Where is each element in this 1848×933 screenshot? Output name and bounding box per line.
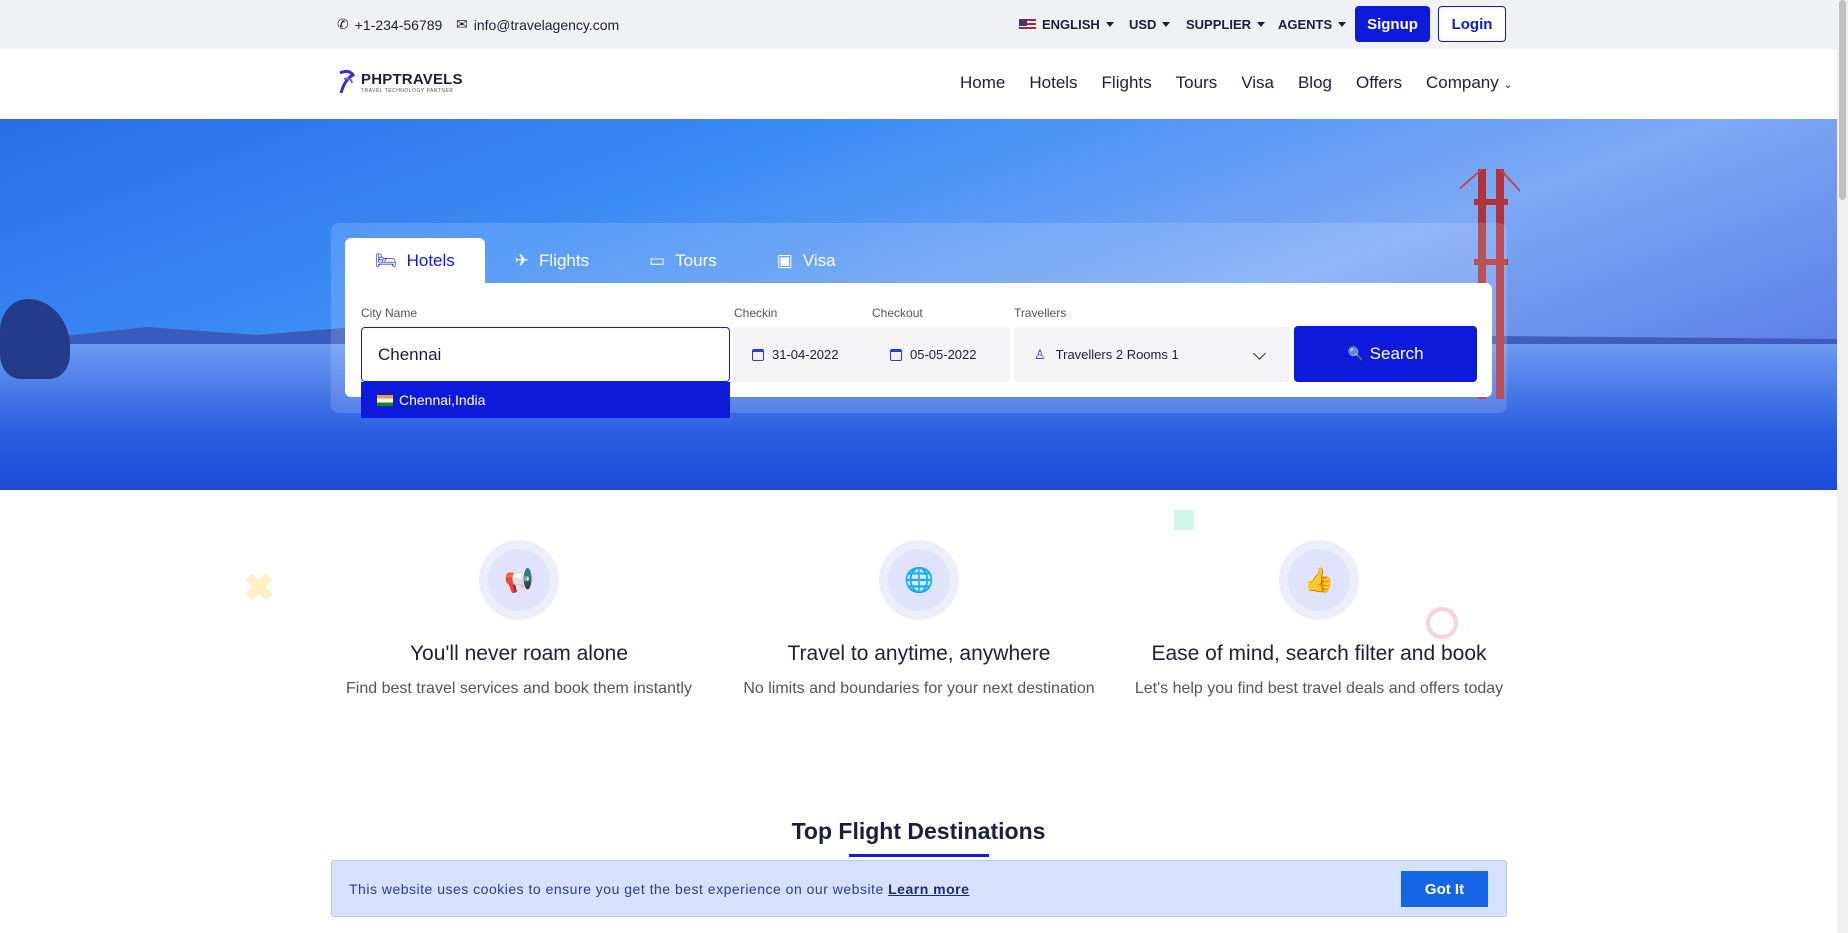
chevron-down-icon: ⌄ [1503,79,1513,91]
main-navbar: PHPTRAVELS TRAVEL TECHNOLOGY PARTNER Hom… [0,49,1837,119]
agents-label: AGENTS [1278,17,1333,32]
got-it-button[interactable]: Got It [1401,871,1488,907]
tab-flights-label: Flights [539,250,590,270]
nav-home[interactable]: Home [960,73,1005,93]
decorative-square [1174,510,1194,530]
phone-icon: ✆ [337,16,349,32]
feature-icon-circle: 📢 [479,540,559,620]
login-button[interactable]: Login [1438,6,1506,42]
logo-text: PHPTRAVELS [361,70,463,88]
calendar-icon [752,348,764,361]
nav-offers[interactable]: Offers [1356,73,1402,93]
nav-flights[interactable]: Flights [1102,73,1152,93]
suggestion-text: Chennai,India [399,392,486,408]
tab-tours[interactable]: ▭ Tours [619,238,747,283]
decorative-cross: ✖ [243,568,275,610]
email-contact[interactable]: ✉ info@travelagency.com [456,16,619,33]
city-input[interactable] [361,327,730,382]
travellers-dropdown[interactable]: ♙ Travellers 2 Rooms 1 [1014,327,1290,382]
feature-title: Travel to anytime, anywhere [787,642,1051,665]
feature-title: You'll never roam alone [409,642,629,665]
mail-icon: ✉ [456,16,468,32]
checkout-label: Checkout [872,306,923,320]
briefcase-icon: ▭ [649,250,666,270]
cookie-message-text: This website uses cookies to ensure you … [349,881,884,897]
caret-down-icon [1105,22,1114,27]
india-flag-icon [377,394,393,406]
thumbs-up-icon: 👍 [1288,549,1350,611]
cookie-banner: This website uses cookies to ensure you … [331,860,1507,917]
feature-text: No limits and boundaries for your next d… [743,680,1095,697]
nav-company-label: Company [1425,73,1499,92]
search-tabs: 🛏 Hotels ✈ Flights ▭ Tours ▣ Visa [345,238,866,283]
agents-menu[interactable]: AGENTS [1278,17,1347,32]
tab-hotels[interactable]: 🛏 Hotels [345,238,485,283]
checkin-value: 31-04-2022 [772,347,839,362]
caret-down-icon [1162,22,1171,27]
tab-visa-label: Visa [802,250,836,270]
phone-text: +1-234-56789 [354,16,443,33]
calendar-icon [890,348,902,361]
feature-icon-circle: 🌐 [879,540,959,620]
logo-subtext: TRAVEL TECHNOLOGY PARTNER [361,87,454,94]
feature-title: Ease of mind, search filter and book [1151,642,1487,665]
feature-icon-circle: 👍 [1279,540,1359,620]
passport-icon: ▣ [776,250,793,270]
feature-text: Find best travel services and book them … [346,680,692,697]
supplier-label: SUPPLIER [1186,17,1252,32]
logo-mark-icon [339,69,356,94]
tab-tours-label: Tours [675,250,717,270]
us-flag-icon [1019,18,1036,31]
search-icon: 🔍 [1347,346,1364,361]
section-title: Top Flight Destinations [791,818,1046,844]
nav-hotels[interactable]: Hotels [1029,73,1077,93]
tab-visa[interactable]: ▣ Visa [747,238,866,283]
feature-item: 📢 You'll never roam alone Find best trav… [319,540,719,698]
nav-company[interactable]: Company ⌄ [1426,73,1513,93]
feature-item: 👍 Ease of mind, search filter and book L… [1119,540,1519,698]
travellers-label: Travellers [1014,306,1067,320]
search-button[interactable]: 🔍 Search [1294,326,1477,382]
currency-label: USD [1129,17,1157,32]
nav-visa[interactable]: Visa [1241,73,1274,93]
city-suggestion-item[interactable]: Chennai,India [361,382,730,418]
site-logo[interactable]: PHPTRAVELS TRAVEL TECHNOLOGY PARTNER [337,69,463,95]
caret-down-icon [1257,22,1266,27]
phone-contact[interactable]: ✆ +1-234-56789 [337,16,442,33]
checkin-field[interactable]: 31-04-2022 [752,347,839,362]
currency-menu[interactable]: USD [1129,17,1171,32]
checkin-label: Checkin [734,306,778,320]
caret-down-icon [1338,22,1347,27]
nav-links: Home Hotels Flights Tours Visa Blog Offe… [960,73,1513,93]
chevron-down-icon [1253,347,1266,360]
travellers-value: Travellers 2 Rooms 1 [1055,347,1179,362]
nav-blog[interactable]: Blog [1298,73,1332,93]
tab-hotels-label: Hotels [406,250,455,270]
person-icon: ♙ [1034,346,1046,362]
checkout-value: 05-05-2022 [910,347,977,362]
feature-text: Let's help you find best travel deals an… [1134,680,1504,697]
globe-icon: 🌐 [888,549,950,611]
language-label: ENGLISH [1042,17,1100,32]
plane-icon: ✈ [514,250,530,270]
learn-more-link[interactable]: Learn more [888,881,969,897]
signup-button[interactable]: Signup [1355,6,1430,42]
scrollbar-thumb[interactable] [1839,0,1846,200]
bed-icon: 🛏 [375,250,397,270]
city-label: City Name [361,306,418,320]
cookie-message: This website uses cookies to ensure you … [349,881,969,897]
page-scrollbar[interactable] [1837,0,1848,933]
supplier-menu[interactable]: SUPPLIER [1186,17,1266,32]
megaphone-icon: 📢 [488,549,550,611]
search-button-label: Search [1369,344,1424,363]
tab-flights[interactable]: ✈ Flights [485,238,619,283]
language-menu[interactable]: ENGLISH [1019,17,1114,32]
feature-item: 🌐 Travel to anytime, anywhere No limits … [719,540,1119,698]
email-text: info@travelagency.com [473,16,620,33]
title-underline [849,854,989,857]
top-bar: ✆ +1-234-56789 ✉ info@travelagency.com E… [0,0,1837,49]
checkout-field[interactable]: 05-05-2022 [890,347,977,362]
nav-tours[interactable]: Tours [1176,73,1218,93]
